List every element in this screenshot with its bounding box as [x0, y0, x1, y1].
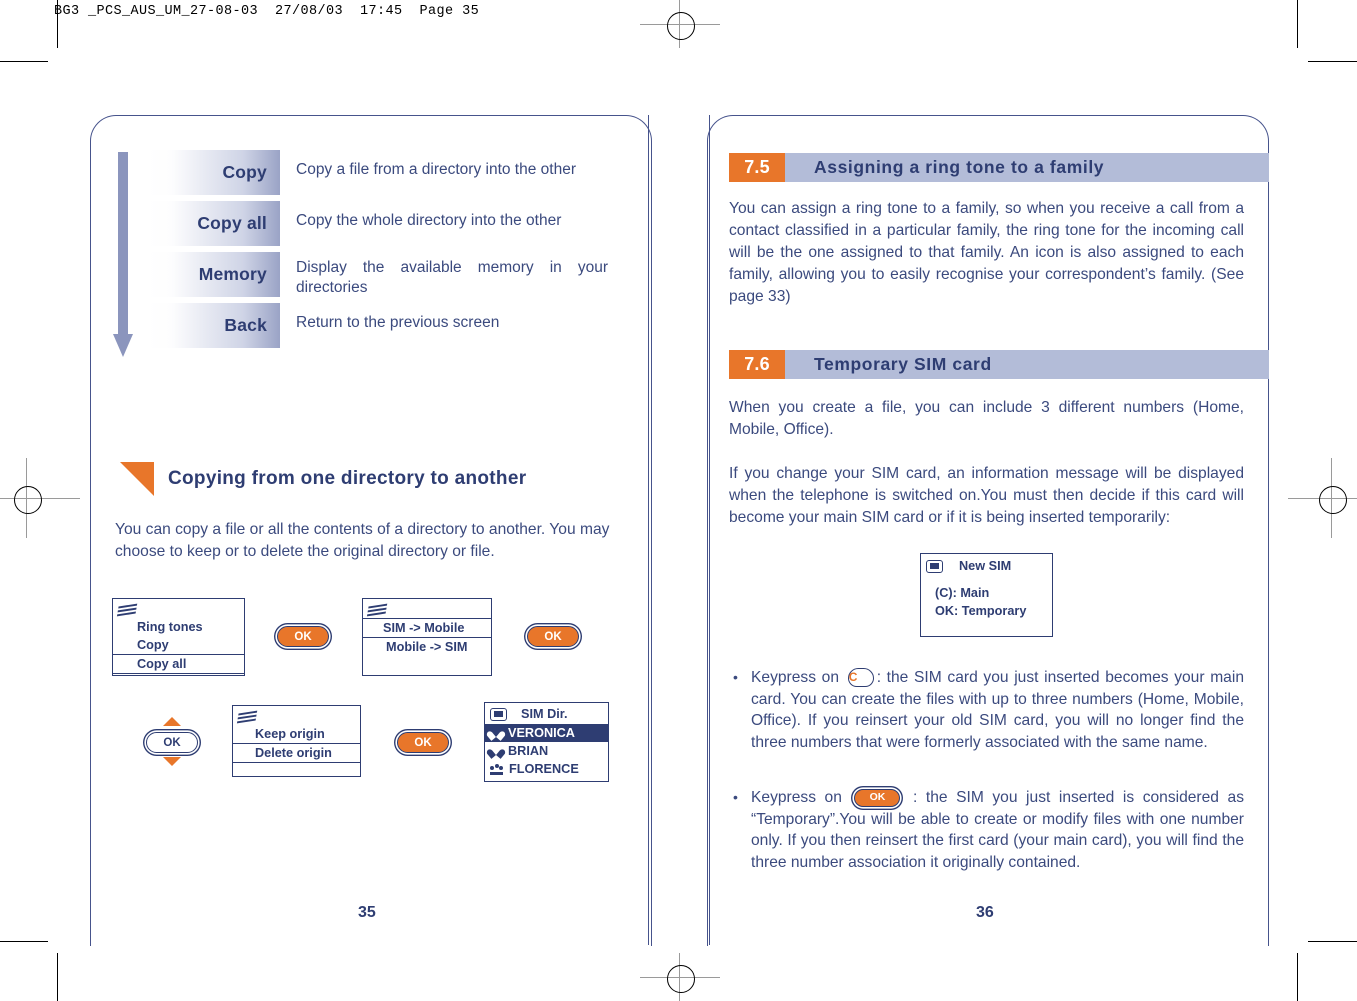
phone-screen-origin-option: Keep origin Delete origin	[232, 705, 361, 777]
arrow-down-icon[interactable]	[163, 757, 181, 766]
section-title: Assigning a ring tone to a family	[785, 153, 1269, 182]
crop-mark-bottom-left-v	[57, 953, 58, 1001]
list-item: Keypress on OK : the SIM you just insert…	[729, 787, 1244, 873]
list-item[interactable]: Copy	[113, 636, 244, 654]
phone-screen-directory-menu: Ring tones Copy Copy all	[112, 598, 245, 676]
ok-button[interactable]: OK	[527, 626, 579, 647]
list-item[interactable]: Ring tones	[113, 618, 244, 636]
table-row[interactable]: Copy Copy a file from a directory into t…	[148, 150, 608, 195]
section-number-badge: 7.5	[729, 153, 785, 182]
left-page-gutter-rule	[648, 115, 649, 945]
crop-mark-top-right-v	[1297, 0, 1298, 48]
menu-label-copy: Copy	[148, 150, 280, 195]
ok-button[interactable]: OK	[146, 732, 198, 753]
list-item[interactable]: FLORENCE	[485, 760, 608, 778]
dialog-title: New SIM	[959, 559, 1012, 573]
flow-down-arrow-icon	[113, 152, 133, 357]
phone-screen-sim-directory: SIM Dir. VERONICA BRIAN FLORENCE	[484, 702, 609, 782]
crop-mark-bottom-right-h	[1308, 941, 1357, 942]
contact-name: VERONICA	[508, 726, 575, 740]
phone-screen-new-sim-dialog: New SIM (C): Main OK: Temporary	[920, 553, 1053, 637]
directory-icon	[236, 710, 258, 724]
bullet-1-prefix: Keypress on	[751, 669, 840, 686]
page-number-left: 35	[358, 904, 376, 921]
section-heading-copying: Copying from one directory to another	[120, 462, 526, 496]
menu-description-copy-all: Copy the whole directory into the other	[296, 212, 562, 229]
crop-mark-top-right-h	[1308, 61, 1357, 62]
menu-options-table: Copy Copy a file from a directory into t…	[148, 150, 608, 354]
menu-label-memory: Memory	[148, 252, 280, 297]
section-header-7-5: 7.5 Assigning a ring tone to a family	[729, 153, 1269, 182]
menu-description-back: Return to the previous screen	[296, 314, 500, 331]
directory-icon	[366, 603, 388, 617]
list-item-selected[interactable]: SIM -> Mobile	[363, 618, 491, 638]
list-item-selected[interactable]: Copy all	[113, 654, 244, 674]
screen-titlebar	[233, 706, 360, 725]
directory-icon	[116, 603, 138, 617]
sim-icon	[490, 707, 507, 721]
family-heart-icon	[490, 728, 502, 739]
copying-body-text: You can copy a file or all the contents …	[115, 521, 610, 560]
orange-triangle-icon	[120, 462, 154, 496]
section-header-7-6: 7.6 Temporary SIM card	[729, 350, 1269, 379]
ok-key-icon[interactable]: OK	[854, 788, 901, 807]
menu-description-copy: Copy a file from a directory into the ot…	[296, 161, 576, 178]
contact-name: BRIAN	[508, 744, 549, 758]
c-key-icon[interactable]: C	[847, 668, 874, 688]
contact-name: FLORENCE	[509, 762, 579, 776]
section-number-badge: 7.6	[729, 350, 785, 379]
screen-title: SIM Dir.	[521, 707, 568, 721]
menu-label-back: Back	[148, 303, 280, 348]
arrow-up-icon[interactable]	[163, 717, 181, 726]
section-7-6-paragraph-2: If you change your SIM card, an informat…	[729, 465, 1244, 526]
list-item-selected[interactable]: Delete origin	[233, 743, 360, 763]
section-title: Temporary SIM card	[785, 350, 1269, 379]
bullet-2-prefix: Keypress on	[751, 789, 842, 806]
list-item-selected[interactable]: VERONICA	[485, 724, 608, 742]
list-item: Keypress on C: the SIM card you just ins…	[729, 667, 1244, 753]
ok-button[interactable]: OK	[397, 732, 449, 753]
crop-mark-top-left-h	[0, 61, 48, 62]
screen-titlebar	[113, 599, 244, 618]
family-heart-icon	[490, 746, 502, 757]
list-item[interactable]: BRIAN	[485, 742, 608, 760]
sim-icon	[926, 559, 943, 573]
table-row[interactable]: Memory Display the available memory in y…	[148, 252, 608, 297]
table-row[interactable]: Back Return to the previous screen	[148, 303, 608, 348]
section-7-6-paragraph-1: When you create a file, you can include …	[729, 399, 1244, 438]
menu-description-memory: Display the available memory in your dir…	[296, 259, 608, 296]
ok-button[interactable]: OK	[277, 626, 329, 647]
section-heading-label: Copying from one directory to another	[168, 468, 527, 489]
family-group-icon	[490, 763, 503, 775]
list-item[interactable]: Keep origin	[233, 725, 360, 743]
menu-label-copy-all: Copy all	[148, 201, 280, 246]
dialog-line-main: (C): Main	[935, 586, 990, 600]
print-job-header: BG3 _PCS_AUS_UM_27-08-03 27/08/03 17:45 …	[54, 4, 480, 19]
section-7-5-paragraph: You can assign a ring tone to a family, …	[729, 200, 1244, 305]
page-number-right: 36	[976, 904, 994, 921]
crop-mark-top-left-v	[57, 0, 58, 48]
dialog-line-temporary: OK: Temporary	[935, 604, 1027, 618]
screen-titlebar	[363, 599, 491, 618]
crop-mark-bottom-left-h	[0, 941, 48, 942]
crop-mark-bottom-right-v	[1297, 953, 1298, 1001]
table-row[interactable]: Copy all Copy the whole directory into t…	[148, 201, 608, 246]
list-item[interactable]: Mobile -> SIM	[363, 638, 491, 656]
phone-screen-transfer-direction: SIM -> Mobile Mobile -> SIM	[362, 598, 492, 676]
screen-titlebar: SIM Dir.	[485, 703, 608, 722]
screen-titlebar: New SIM	[921, 554, 1052, 574]
right-page-gutter-rule	[709, 115, 710, 945]
